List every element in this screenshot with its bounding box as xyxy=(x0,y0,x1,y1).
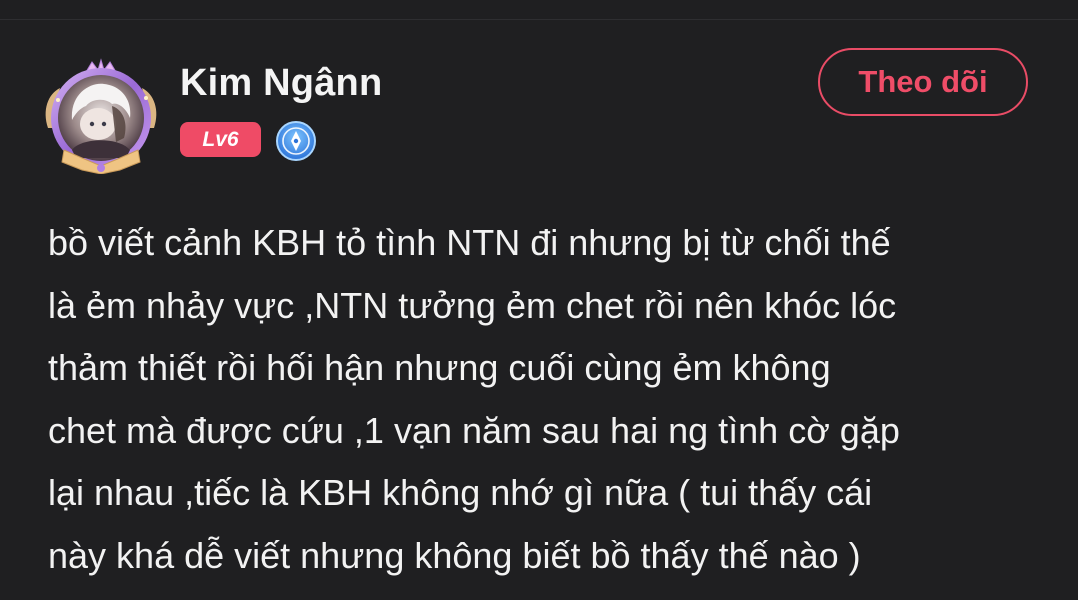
post-line: này khá dễ viết nhưng không biết bồ thấy… xyxy=(48,534,861,576)
top-divider xyxy=(0,19,1078,20)
user-avatar[interactable] xyxy=(42,58,160,175)
follow-button[interactable]: Theo dõi xyxy=(818,48,1028,116)
post-line: chet mà được cứu ,1 vạn năm sau hai ng t… xyxy=(48,409,900,451)
level-badge: Lv6 xyxy=(180,122,261,157)
post-content: bồ viết cảnh KBH tỏ tình NTN đi nhưng bị… xyxy=(48,212,1048,587)
post-line: là ẻm nhảy vực ,NTN tưởng ẻm chet rồi nê… xyxy=(48,284,897,326)
username[interactable]: Kim Ngânn xyxy=(180,62,382,105)
post-line: lại nhau ,tiếc là KBH không nhớ gì nữa (… xyxy=(48,472,873,513)
post-line: bồ viết cảnh KBH tỏ tình NTN đi nhưng bị… xyxy=(48,222,891,263)
blue-pen-badge-icon xyxy=(275,120,317,162)
post-line: thảm thiết rồi hối hận nhưng cuối cùng ẻ… xyxy=(48,347,831,388)
avatar-frame-icon xyxy=(45,58,157,175)
